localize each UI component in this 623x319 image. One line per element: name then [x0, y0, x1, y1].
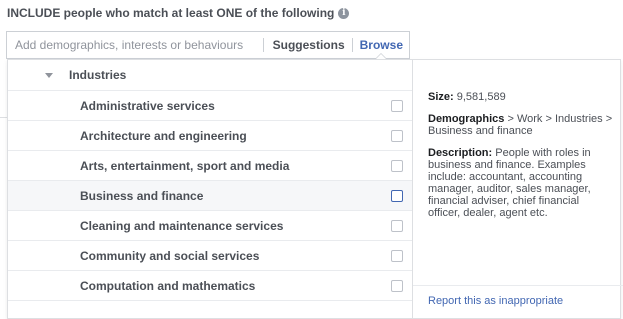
detailed-targeting-search: Suggestions Browse [6, 31, 410, 59]
category-list[interactable]: Industries Administrative services Archi… [8, 60, 413, 318]
size-value: 9,581,589 [456, 91, 506, 103]
list-item-hovered[interactable]: Business and finance [8, 181, 412, 211]
list-item[interactable]: Architecture and engineering [8, 121, 412, 151]
item-label: Administrative services [80, 98, 215, 113]
list-item[interactable]: Computation and mathematics [8, 271, 412, 301]
report-link[interactable]: Report this as inappropriate [428, 295, 563, 307]
detail-path: Demographics > Work > Industries > Busin… [428, 113, 613, 137]
list-item[interactable]: Administrative services [8, 91, 412, 121]
description-label: Description: [428, 147, 493, 159]
item-detail-panel: Size: 9,581,589 Demographics > Work > In… [428, 91, 613, 229]
search-input[interactable] [7, 32, 263, 58]
audience-heading: INCLUDE people who match at least ONE of… [7, 6, 350, 20]
item-label: Architecture and engineering [80, 128, 247, 143]
list-item[interactable]: Arts, entertainment, sport and media [8, 151, 412, 181]
list-item[interactable]: Cleaning and maintenance services [8, 211, 412, 241]
item-label: Community and social services [80, 248, 260, 263]
caret-down-icon[interactable] [45, 72, 53, 78]
item-checkbox[interactable] [391, 99, 403, 112]
item-checkbox[interactable] [391, 129, 403, 142]
detail-divider [413, 285, 623, 286]
info-icon[interactable]: i [338, 7, 350, 19]
list-item[interactable]: Community and social services [8, 241, 412, 271]
heading-text: INCLUDE people who match at least ONE of… [7, 6, 335, 20]
category-header-industries[interactable]: Industries [8, 60, 412, 91]
item-checkbox[interactable] [391, 189, 403, 202]
browse-label: Browse [359, 38, 403, 52]
suggestions-button[interactable]: Suggestions [264, 38, 352, 52]
browse-dropdown: Industries Administrative services Archi… [7, 59, 623, 319]
item-label: Cleaning and maintenance services [80, 218, 284, 233]
browse-button[interactable]: Browse [353, 32, 409, 59]
size-label: Size: [428, 91, 454, 103]
item-label: Computation and mathematics [80, 278, 256, 293]
path-label: Demographics [428, 113, 505, 125]
item-checkbox[interactable] [391, 159, 403, 172]
detail-size: Size: 9,581,589 [428, 91, 613, 103]
item-checkbox[interactable] [391, 279, 403, 292]
item-label: Business and finance [80, 188, 204, 203]
item-label: Arts, entertainment, sport and media [80, 158, 290, 173]
item-checkbox[interactable] [391, 219, 403, 232]
category-label: Industries [69, 68, 127, 82]
detail-description: Description: People with roles in busine… [428, 147, 613, 219]
item-checkbox[interactable] [391, 249, 403, 262]
